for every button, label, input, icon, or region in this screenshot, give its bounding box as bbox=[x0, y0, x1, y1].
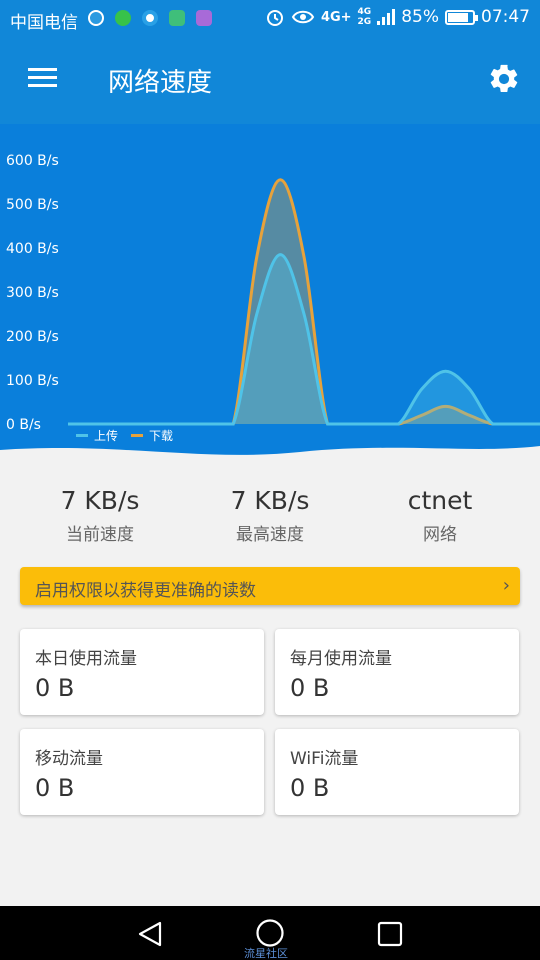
app-bar: 网络速度 bbox=[0, 36, 540, 124]
signal-icon bbox=[377, 9, 396, 25]
data-saver-icon bbox=[88, 10, 104, 26]
legend-label: 上传 bbox=[94, 428, 118, 443]
daily-usage-label: 本日使用流量 bbox=[35, 649, 137, 669]
y-tick-label: 300 B/s bbox=[6, 285, 59, 301]
card-daily-usage[interactable]: 本日使用流量 0 B bbox=[20, 629, 264, 715]
mobile-data-value: 0 B bbox=[35, 774, 75, 802]
battery-level bbox=[448, 12, 468, 22]
legend-label: 下载 bbox=[149, 429, 173, 443]
back-triangle-icon[interactable] bbox=[136, 920, 164, 948]
photo-icon bbox=[169, 10, 185, 26]
home-circle-icon[interactable] bbox=[255, 918, 285, 948]
permission-banner[interactable]: 启用权限以获得更准确的读数 › bbox=[20, 567, 520, 605]
speed-chart-svg: 0 B/s 100 B/s 200 B/s 300 B/s 400 B/s 500 B/s… bbox=[0, 124, 540, 460]
y-tick-label: 500 B/s bbox=[6, 197, 59, 213]
page-title: 网络速度 bbox=[108, 68, 213, 98]
status-bar: 中国电信 4G+ 4G 2G 85% 07:47 bbox=[0, 0, 540, 36]
y-tick-label: 600 B/s bbox=[6, 153, 59, 169]
gear-icon[interactable] bbox=[487, 62, 521, 96]
network-type-primary: 4G+ bbox=[320, 9, 352, 25]
stat-max-speed: 7 KB/s 最高速度 bbox=[180, 485, 360, 545]
current-speed-value: 7 KB/s bbox=[60, 486, 140, 515]
speed-chart: 0 B/s 100 B/s 200 B/s 300 B/s 400 B/s 500 B/s… bbox=[0, 124, 540, 460]
permission-banner-text: 启用权限以获得更准确的读数 bbox=[35, 581, 256, 601]
max-speed-value: 7 KB/s bbox=[230, 486, 310, 515]
mobile-data-label: 移动流量 bbox=[35, 749, 103, 769]
card-monthly-usage[interactable]: 每月使用流量 0 B bbox=[275, 629, 519, 715]
monthly-usage-value: 0 B bbox=[290, 674, 330, 702]
y-tick-label: 100 B/s bbox=[6, 373, 59, 389]
daily-usage-value: 0 B bbox=[35, 674, 75, 702]
wechat-icon bbox=[115, 10, 131, 26]
eye-icon bbox=[291, 10, 315, 24]
y-tick-label: 0 B/s bbox=[6, 417, 41, 433]
max-speed-label: 最高速度 bbox=[236, 525, 304, 545]
card-mobile-data[interactable]: 移动流量 0 B bbox=[20, 729, 264, 815]
network-label: 网络 bbox=[423, 525, 457, 545]
alarm-icon bbox=[266, 10, 283, 26]
network-value: ctnet bbox=[407, 486, 473, 515]
app-icon bbox=[142, 10, 158, 26]
card-wifi-data[interactable]: WiFi流量 0 B bbox=[275, 729, 519, 815]
carrier-name: 中国电信 bbox=[10, 13, 78, 33]
current-speed-label: 当前速度 bbox=[66, 525, 134, 545]
watermark: 流星社区 bbox=[244, 947, 288, 960]
recents-square-icon[interactable] bbox=[377, 921, 403, 947]
stat-network: ctnet 网络 bbox=[350, 485, 530, 545]
gallery-icon bbox=[196, 10, 212, 26]
network-type-secondary: 4G 2G bbox=[357, 7, 372, 27]
legend-swatch bbox=[76, 434, 88, 437]
y-tick-label: 400 B/s bbox=[6, 241, 59, 257]
y-tick-label: 200 B/s bbox=[6, 329, 59, 345]
hamburger-menu-icon[interactable] bbox=[28, 66, 58, 90]
legend-swatch bbox=[131, 434, 143, 437]
stats-row: 7 KB/s 当前速度 7 KB/s 最高速度 ctnet 网络 bbox=[0, 485, 540, 549]
wifi-data-label: WiFi流量 bbox=[290, 749, 359, 769]
wifi-data-value: 0 B bbox=[290, 774, 330, 802]
status-right: 4G+ 4G 2G 85% 07:47 bbox=[265, 7, 530, 27]
stat-current-speed: 7 KB/s 当前速度 bbox=[10, 485, 190, 545]
clock: 07:47 bbox=[481, 7, 530, 27]
chevron-right-icon: › bbox=[502, 575, 510, 596]
battery-icon bbox=[445, 9, 478, 25]
monthly-usage-label: 每月使用流量 bbox=[290, 649, 392, 669]
battery-percent: 85% bbox=[401, 7, 439, 27]
